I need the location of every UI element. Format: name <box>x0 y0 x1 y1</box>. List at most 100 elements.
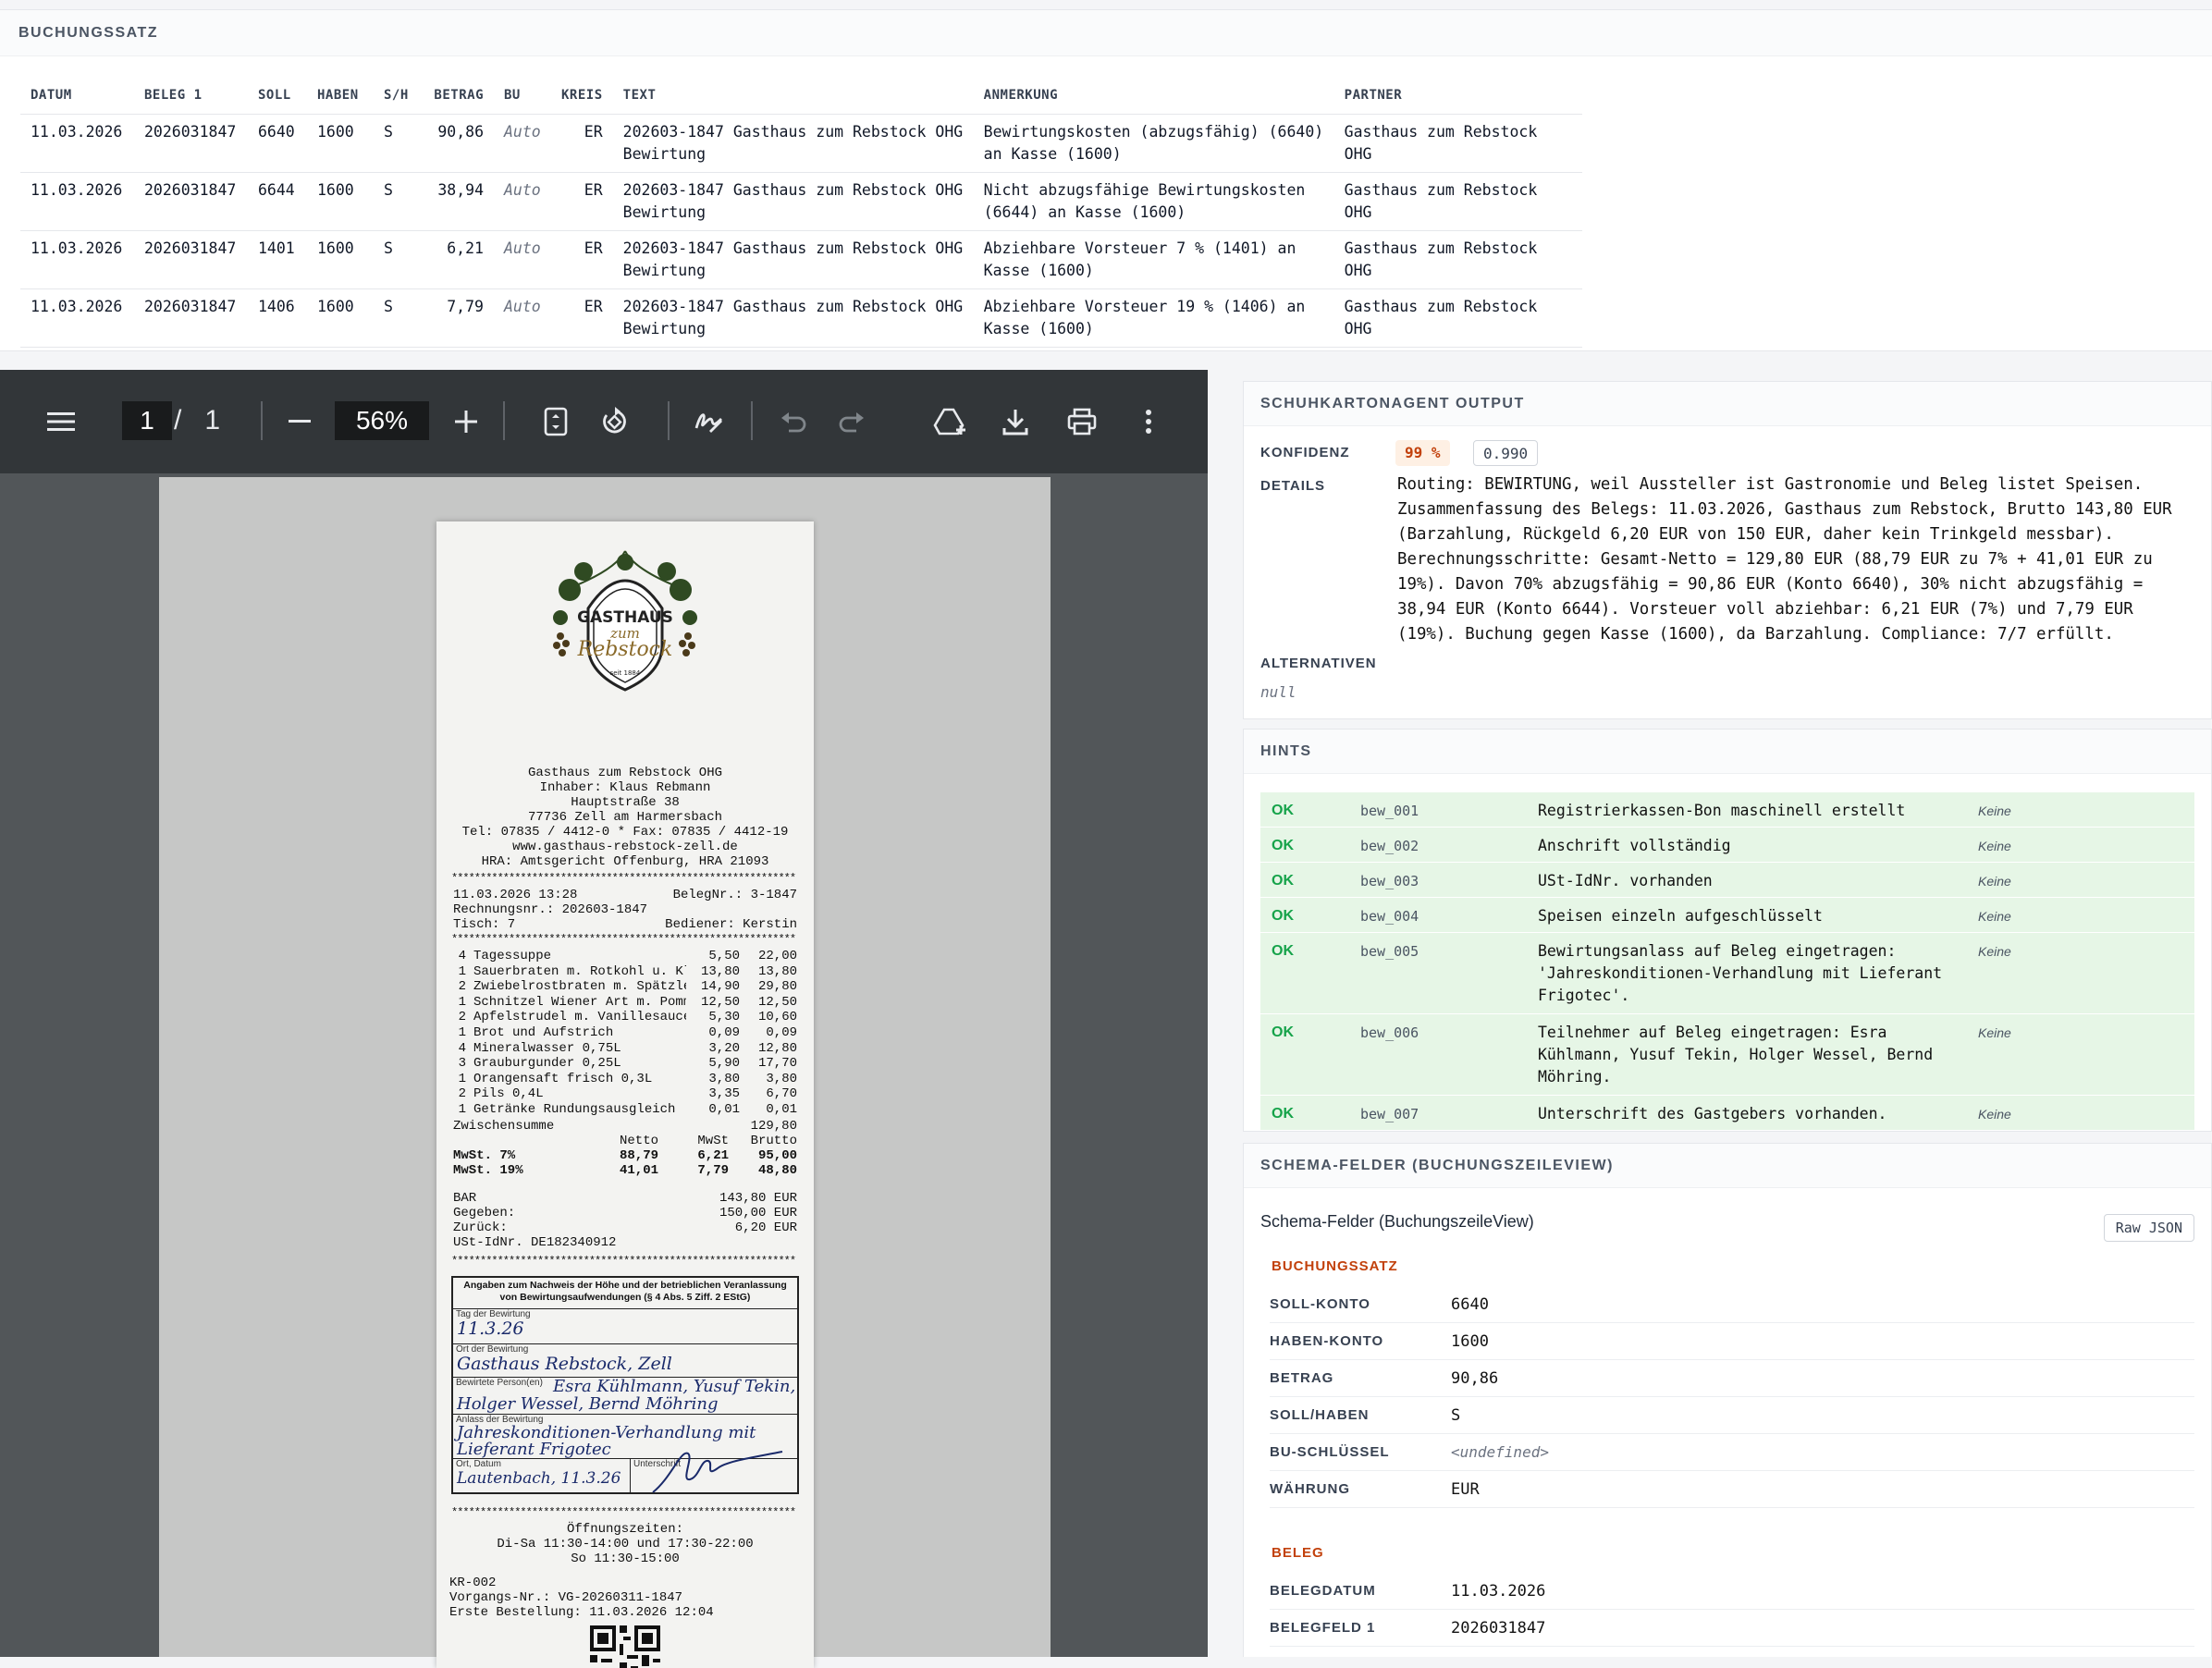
hint-row: OK bew_006 Teilnehmer auf Beleg eingetrage… <box>1260 1014 2194 1096</box>
receipt-header-line: Inhaber: Klaus Rebmann <box>539 780 711 795</box>
receipt-item-t: 0,01 <box>766 1101 797 1117</box>
tax-b: 95,00 <box>757 1148 797 1163</box>
separator-line: ****************************************… <box>451 1256 796 1267</box>
buchungssatz-title: BUCHUNGSSATZ <box>0 10 2212 56</box>
cell-sh: S <box>374 230 422 289</box>
hints-title: HINTS <box>1244 730 2211 774</box>
receipt-item-n: Tagessuppe <box>473 949 552 963</box>
cell-kreis: ER <box>551 288 613 348</box>
gegeben-line: Gegeben: 150,00 EUR <box>453 1206 797 1220</box>
page-number-input[interactable]: 1 <box>122 401 172 440</box>
receipt-item: 1 Sauerbraten m. Rotkohl u. Kloß 13,80 13,8… <box>453 964 797 980</box>
receipt-rechnungsnr: Rechnungsnr.: 202603-1847 <box>453 902 648 917</box>
redo-icon[interactable] <box>826 396 878 448</box>
hint-id: bew_002 <box>1360 838 1419 854</box>
pdf-toolbar: 1 / 1 56% <box>0 370 1208 473</box>
col-haben: HABEN <box>307 77 374 115</box>
bewirtung-form: Angaben zum Nachweis der Höhe und der be… <box>451 1276 799 1494</box>
hint-id: bew_003 <box>1360 873 1419 889</box>
save-to-drive-icon[interactable] <box>925 396 977 448</box>
cell-betrag: 6,21 <box>422 230 494 289</box>
receipt-item: 1 Brot und Aufstrich 0,09 0,09 <box>453 1025 797 1041</box>
hint-status: OK <box>1272 908 1294 924</box>
cell-partner: Gasthaus zum Rebstock OHG <box>1333 172 1582 231</box>
schema-field-key: BELEGFELD 1 <box>1270 1620 1376 1636</box>
oeffnungszeiten-1: Di-Sa 11:30-14:00 und 17:30-22:00 <box>497 1537 754 1551</box>
form-ortdatum-row: Ort, Datum Lautenbach, 11.3.26 Unterschri… <box>453 1451 797 1493</box>
receipt-item-q: 1 <box>458 1071 466 1086</box>
print-icon[interactable] <box>1056 396 1108 448</box>
form-personen-label: Bewirtete Person(en) <box>456 1378 543 1388</box>
separator-line: ****************************************… <box>451 873 796 884</box>
cell-sh: S <box>374 114 422 173</box>
rotate-icon[interactable] <box>589 396 641 448</box>
col-sh: S/H <box>374 77 422 115</box>
receipt-item: 1 Getränke Rundungsausgleich 0,01 0,01 <box>453 1102 797 1118</box>
receipt-header-line: HRA: Amtsgericht Offenburg, HRA 21093 <box>481 854 769 869</box>
cell-soll: 6640 <box>248 114 307 173</box>
zoom-out-icon[interactable] <box>274 396 326 448</box>
receipt-header-line: Hauptstraße 38 <box>571 795 680 810</box>
table-row[interactable]: 11.03.2026 2026031847 6644 1600 S 38,94 Auto ER… <box>20 172 1582 231</box>
alternativen-value: null <box>1260 683 1296 701</box>
tax-head-mwst: MwSt <box>697 1134 729 1148</box>
cell-kreis: ER <box>551 114 613 173</box>
schema-field-value: <undefined> <box>1451 1443 1549 1461</box>
receipt-item-q: 2 <box>458 1010 466 1025</box>
fit-page-icon[interactable] <box>530 396 582 448</box>
table-header-row: DATUM BELEG 1 SOLL HABEN S/H BETRAG BU K… <box>20 77 1582 115</box>
form-personen-value-2: Holger Wessel, Bernd Möhring <box>457 1394 719 1414</box>
hint-status: OK <box>1272 873 1294 889</box>
undo-icon[interactable] <box>768 396 819 448</box>
cell-betrag: 90,86 <box>422 114 494 173</box>
cell-beleg: 2026031847 <box>134 288 248 348</box>
receipt-datetime: 11.03.2026 13:28 <box>453 888 578 902</box>
qr-code <box>590 1625 660 1668</box>
zoom-in-icon[interactable] <box>440 396 492 448</box>
cell-betrag: 38,94 <box>422 172 494 231</box>
hint-status: OK <box>1272 838 1294 853</box>
receipt-items: 4 Tagessuppe 5,50 22,00 1 Sauerbraten m. Rotk… <box>453 949 797 1118</box>
download-icon[interactable] <box>989 396 1041 448</box>
receipt-item-t: 6,70 <box>766 1086 797 1102</box>
schema-group-beleg: BELEG <box>1272 1545 1324 1561</box>
raw-json-button[interactable]: Raw JSON <box>2103 1214 2194 1242</box>
schema-field-row: BELEGFELD 1 2026031847 <box>1270 1610 2194 1647</box>
receipt-kr: KR-002 <box>449 1576 497 1590</box>
receipt-item-n: Apfelstrudel m. Vanillesauce <box>473 1010 686 1025</box>
receipt-item-p: 3,80 <box>708 1071 740 1086</box>
schema-field-key: SOLL-KONTO <box>1270 1296 1370 1312</box>
receipt-header-line: 77736 Zell am Harmersbach <box>527 810 723 825</box>
gegeben-label: Gegeben: <box>453 1206 516 1220</box>
receipt-item-q: 3 <box>458 1056 466 1072</box>
form-ort-row: Ort der Bewirtung Gasthaus Rebstock, Zell <box>453 1344 797 1378</box>
cell-text: 202603-1847 Gasthaus zum Rebstock OHG Be… <box>612 172 974 231</box>
oeffnungszeiten-title: Öffnungszeiten: <box>566 1522 684 1537</box>
zoom-input[interactable]: 56% <box>335 401 429 440</box>
hint-text: Registrierkassen-Bon maschinell erstellt <box>1538 802 1906 819</box>
page-count: / 1 <box>174 401 220 440</box>
cell-soll: 1406 <box>248 288 307 348</box>
schema-field-key: HABEN-KONTO <box>1270 1333 1384 1349</box>
receipt-belegnr: BelegNr.: 3-1847 <box>672 888 797 902</box>
table-row[interactable]: 11.03.2026 2026031847 1406 1600 S 7,79 Auto ER 2… <box>20 288 1582 348</box>
tax-n: 88,79 <box>619 1148 658 1163</box>
table-row[interactable]: 11.03.2026 2026031847 1401 1600 S 6,21 Auto ER 2… <box>20 230 1582 289</box>
cell-anmerkung: Bewirtungskosten (abzugsfähig) (6640) an… <box>973 114 1334 173</box>
hint-text: Unterschrift des Gastgebers vorhanden. <box>1538 1105 1887 1122</box>
form-personen-row: Bewirtete Person(en) Esra Kühlmann, Yusu… <box>453 1378 797 1415</box>
buchungssatz-table: DATUM BELEG 1 SOLL HABEN S/H BETRAG BU K… <box>20 77 1582 348</box>
hint-row: OK bew_003 USt-IdNr. vorhanden Keine <box>1260 863 2194 898</box>
more-icon[interactable] <box>1123 396 1174 448</box>
schema-field-value: 1600 <box>1451 1332 1489 1351</box>
toolbar-divider <box>503 401 505 440</box>
table-row[interactable]: 11.03.2026 2026031847 6640 1600 S 90,86 Auto ER… <box>20 114 1582 173</box>
annotate-icon[interactable] <box>683 396 735 448</box>
receipt-item-p: 5,30 <box>708 1010 740 1025</box>
hint-text: Anschrift vollständig <box>1538 837 1731 854</box>
logo-since: seit 1884 <box>609 669 641 677</box>
cell-beleg: 2026031847 <box>134 114 248 173</box>
hint-row: OK bew_005 Bewirtungsanlass auf Beleg eing… <box>1260 933 2194 1014</box>
col-text: TEXT <box>612 77 974 115</box>
menu-icon[interactable] <box>35 396 87 448</box>
